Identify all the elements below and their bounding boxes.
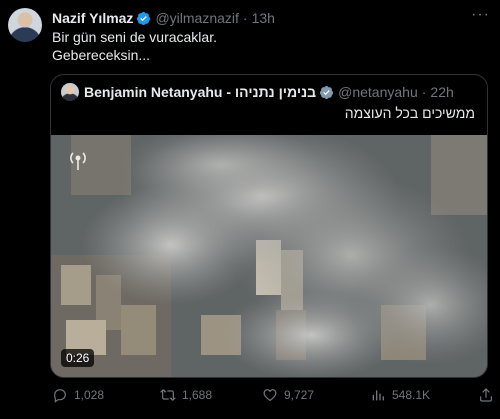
- quoted-tweet-time: 22h: [430, 84, 454, 100]
- views-count: 548.1K: [392, 388, 431, 402]
- tweet-text-line-1: Bir gün seni de vuracaklar.: [52, 29, 217, 45]
- video-player[interactable]: 0:26: [51, 135, 487, 377]
- views-button[interactable]: 548.1K: [370, 387, 430, 403]
- reply-button[interactable]: 1,028: [52, 387, 104, 403]
- like-count: 9,727: [284, 388, 315, 402]
- action-bar: 1,028 1,688 9,727 548.1K: [52, 387, 492, 407]
- video-duration-badge: 0:26: [61, 349, 95, 367]
- quoted-tweet-header: Benjamin Netanyahu - בנימין נתניהו @neta…: [61, 83, 454, 101]
- views-chart-icon: [372, 390, 384, 401]
- retweet-button[interactable]: 1,688: [160, 387, 212, 403]
- broadcast-signal-icon: [70, 152, 86, 170]
- tweet-text-line-2: Gebereceksin...: [52, 47, 151, 63]
- reply-icon: [54, 389, 66, 403]
- tweet-header: Nazif Yılmaz @yilmaznazif · 13h: [52, 9, 275, 27]
- quoted-author-name: Benjamin Netanyahu - בנימין נתניהו: [84, 84, 317, 100]
- separator-dot: ·: [242, 10, 248, 26]
- tweet-text: Bir gün seni de vuracaklar. Gebereceksin…: [52, 28, 217, 64]
- separator-dot: ·: [421, 84, 427, 100]
- verified-badge-icon: [137, 11, 151, 25]
- quoted-author-avatar: [61, 83, 79, 101]
- quoted-tweet-text: ממשיכים בכל העוצמה: [344, 105, 475, 121]
- retweet-icon: [160, 389, 176, 401]
- share-icon: [480, 388, 492, 402]
- quoted-author-handle: @netanyahu: [338, 84, 418, 100]
- like-button[interactable]: 9,727: [262, 387, 314, 403]
- author-avatar[interactable]: [8, 8, 42, 42]
- tweet-time[interactable]: 13h: [252, 10, 275, 26]
- author-name[interactable]: Nazif Yılmaz: [52, 10, 133, 26]
- more-options-icon[interactable]: ···: [471, 6, 490, 24]
- aerial-smoke-video-frame: [51, 135, 487, 377]
- quoted-tweet[interactable]: Benjamin Netanyahu - בנימין נתניהו @neta…: [50, 74, 488, 378]
- tweet[interactable]: Nazif Yılmaz @yilmaznazif · 13h ··· Bir …: [0, 0, 500, 419]
- share-button[interactable]: [478, 387, 500, 403]
- retweet-count: 1,688: [182, 388, 213, 402]
- heart-icon: [263, 389, 277, 402]
- verified-badge-icon: [320, 85, 334, 99]
- author-handle[interactable]: @yilmaznazif: [155, 10, 238, 26]
- reply-count: 1,028: [74, 388, 105, 402]
